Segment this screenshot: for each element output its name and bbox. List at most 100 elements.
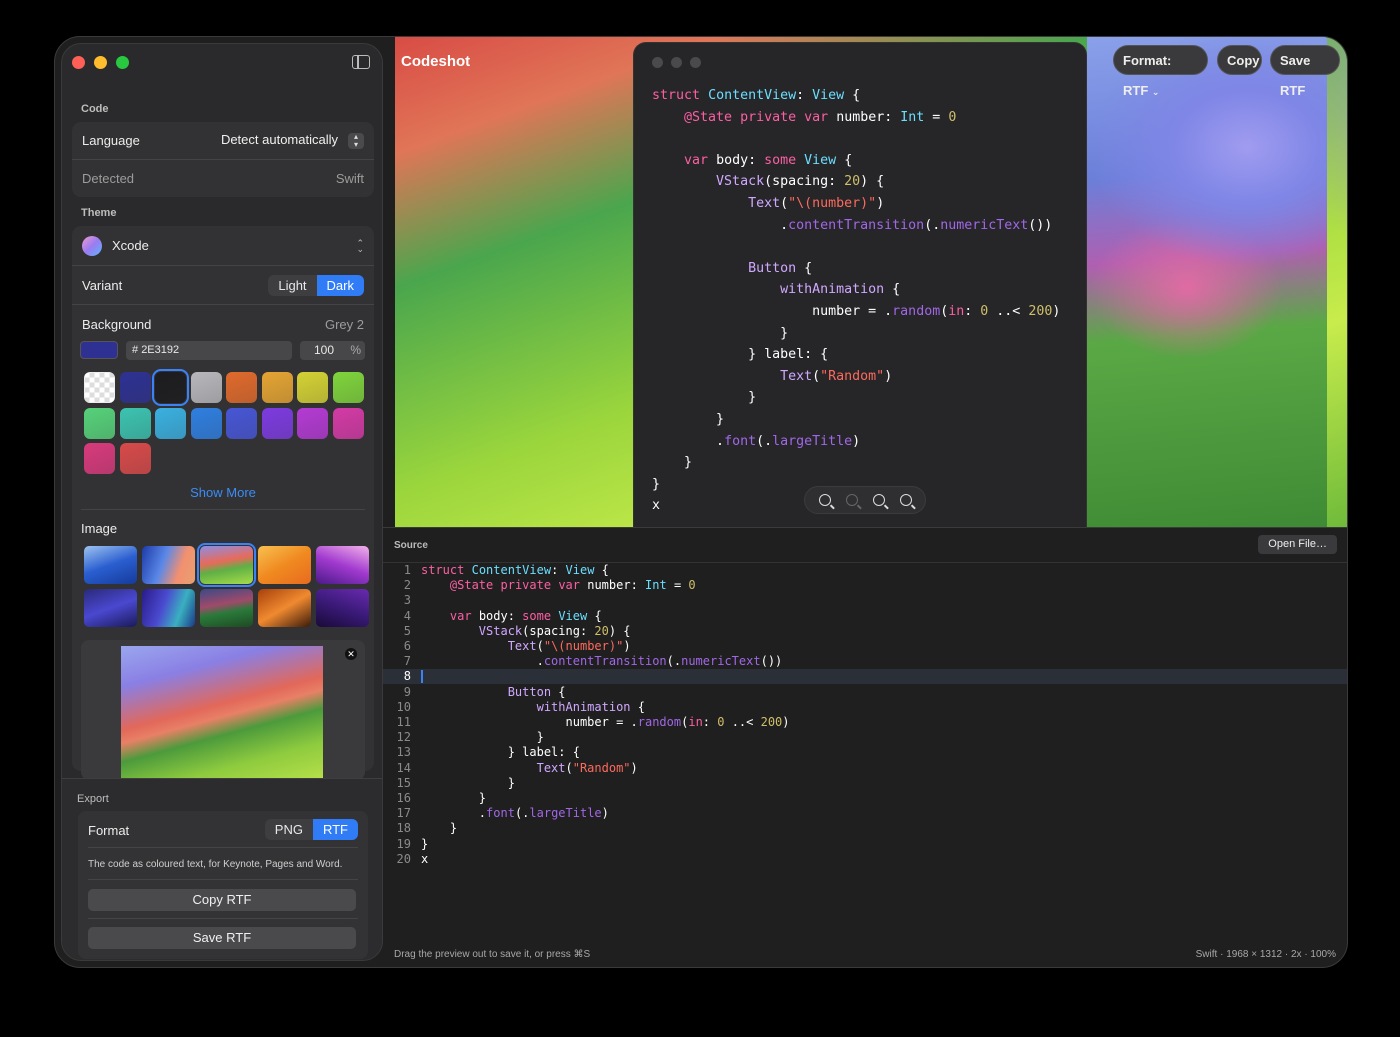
image-label: Image <box>81 521 118 536</box>
wallpaper-thumb[interactable] <box>316 546 369 584</box>
source-code[interactable]: struct ContentView: View { @State privat… <box>421 563 790 867</box>
status-bar: Drag the preview out to save it, or pres… <box>383 941 1347 967</box>
hex-value: 2E3192 <box>141 344 180 356</box>
color-swatch[interactable] <box>84 407 115 439</box>
wallpaper-thumb[interactable] <box>200 589 253 627</box>
wallpaper-thumb[interactable] <box>197 543 256 587</box>
color-swatch[interactable] <box>226 372 257 403</box>
background-label: Background <box>82 316 152 332</box>
format-label: Format <box>88 823 130 838</box>
background-value: Grey 2 <box>324 316 364 332</box>
status-info: Swift · 1968 × 1312 · 2x · 100% <box>1195 949 1336 960</box>
zoom-actual-icon[interactable] <box>845 494 858 506</box>
minimize-button[interactable] <box>94 56 107 69</box>
theme-color-icon <box>82 235 102 256</box>
variant-segmented-control: Light Dark <box>268 274 364 296</box>
color-well[interactable] <box>80 341 118 359</box>
color-swatch[interactable] <box>226 407 257 439</box>
format-rtf-option[interactable]: RTF <box>312 819 358 840</box>
close-icon[interactable]: ✕ <box>345 648 357 660</box>
color-swatch[interactable] <box>261 372 293 403</box>
image-preview: ✕ <box>81 640 365 780</box>
stepper-icon: ▴ ▾ <box>348 132 364 149</box>
status-hint: Drag the preview out to save it, or pres… <box>394 949 591 960</box>
opacity-unit: % <box>350 343 361 357</box>
chevron-updown-icon: ⌃ ⌄ <box>356 237 364 254</box>
color-swatch[interactable] <box>84 443 115 474</box>
app-title: Codeshot <box>401 53 471 70</box>
detected-value: Swift <box>335 171 364 186</box>
color-swatch[interactable] <box>261 407 293 439</box>
wallpaper-thumb[interactable] <box>316 589 369 627</box>
close-button[interactable] <box>72 56 85 69</box>
color-swatch[interactable] <box>119 372 151 403</box>
detected-label: Detected <box>82 171 135 186</box>
sidebar: Code Language Detect automatically ▴ ▾ Det… <box>61 43 383 961</box>
color-swatch[interactable] <box>297 372 328 403</box>
format-description: The code as coloured text, for Keynote, … <box>88 859 343 870</box>
language-select[interactable]: Detect automatically ▴ ▾ <box>221 132 364 149</box>
source-editor[interactable]: 1 2 3 4 5 6 7 8 9 10 11 12 13 14 15 16 1… <box>383 561 1347 941</box>
show-more-link[interactable]: Show More <box>72 485 374 500</box>
divider <box>81 509 365 510</box>
divider <box>88 879 358 880</box>
code-group: Language Detect automatically ▴ ▾ Detected… <box>72 122 374 197</box>
language-row[interactable]: Language Detect automatically ▴ ▾ <box>72 122 374 159</box>
line-numbers: 1 2 3 4 5 6 7 8 9 10 11 12 13 14 15 16 1… <box>396 563 411 866</box>
color-swatch[interactable] <box>152 369 189 406</box>
sidebar-toggle-icon[interactable] <box>352 55 370 69</box>
image-preview-picture <box>121 646 323 780</box>
color-swatch[interactable] <box>155 407 186 439</box>
zoom-out-icon[interactable] <box>818 494 831 506</box>
format-segmented-control: PNG RTF <box>264 819 358 840</box>
color-swatch[interactable] <box>190 407 222 439</box>
wallpaper-thumb[interactable] <box>258 589 311 627</box>
card-code: struct ContentView: View { @State privat… <box>652 88 1061 514</box>
copy-rtf-button[interactable]: Copy RTF <box>88 889 356 911</box>
format-menu-button[interactable]: Format: RTF ⌄ <box>1113 45 1208 98</box>
opacity-input[interactable]: 100% <box>300 341 365 360</box>
color-swatch[interactable] <box>190 372 222 403</box>
wallpaper-thumb[interactable] <box>258 546 311 584</box>
variant-row: Variant Light Dark <box>72 265 374 304</box>
divider <box>88 847 358 848</box>
wallpaper-thumb[interactable] <box>84 546 137 584</box>
code-section-label: Code <box>81 103 109 115</box>
variant-light-option[interactable]: Light <box>268 275 316 296</box>
zoom-fit-icon[interactable] <box>872 494 885 506</box>
chevron-down-icon: ⌄ <box>1151 87 1160 97</box>
zoom-button[interactable] <box>116 56 129 69</box>
zoom-in-icon[interactable] <box>899 494 912 506</box>
theme-select[interactable]: Xcode ⌃ ⌄ <box>72 226 374 265</box>
color-swatch[interactable] <box>119 443 151 474</box>
save-rtf-sidebar-button[interactable]: Save RTF <box>88 927 356 949</box>
format-png-option[interactable]: PNG <box>265 819 313 840</box>
wallpaper-thumb[interactable] <box>84 589 137 627</box>
variant-dark-option[interactable]: Dark <box>316 274 364 296</box>
color-swatch[interactable] <box>119 407 151 439</box>
color-swatch[interactable] <box>332 407 364 439</box>
wallpaper-right <box>1087 37 1327 527</box>
text-caret <box>421 670 423 683</box>
hex-prefix: # <box>132 344 139 356</box>
color-swatch[interactable] <box>297 407 328 439</box>
hex-input[interactable]: # 2E3192 <box>126 341 292 360</box>
color-swatch[interactable] <box>84 372 115 403</box>
wallpaper-thumb[interactable] <box>142 589 195 627</box>
swatch-grid <box>84 369 364 474</box>
zoom-toolbar <box>804 486 926 514</box>
color-swatch[interactable] <box>332 372 364 403</box>
card-window-dots <box>652 57 701 68</box>
source-bar: Source Open File… <box>383 527 1347 563</box>
divider <box>88 918 358 919</box>
app-window: Code Language Detect automatically ▴ ▾ Det… <box>54 36 1348 968</box>
detected-row: Detected Swift <box>72 159 374 197</box>
open-file-button[interactable]: Open File… <box>1258 535 1337 554</box>
background-row: Background Grey 2 <box>72 304 374 343</box>
opacity-value: 100 <box>314 343 335 357</box>
code-card[interactable]: struct ContentView: View { @State privat… <box>634 43 1086 527</box>
copy-button[interactable]: Copy <box>1217 45 1262 75</box>
save-rtf-button[interactable]: Save RTF <box>1270 45 1340 98</box>
language-label: Language <box>82 133 140 148</box>
wallpaper-thumb[interactable] <box>142 546 195 584</box>
